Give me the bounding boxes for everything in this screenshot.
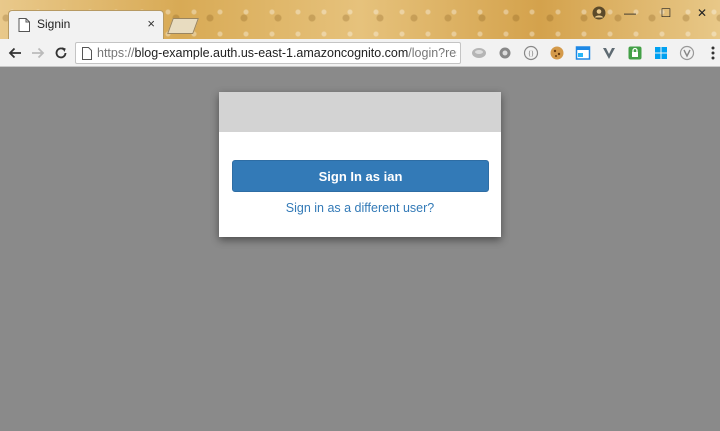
- extension-gray-oval-icon[interactable]: [466, 43, 492, 63]
- url-text[interactable]: https://blog-example.auth.us-east-1.amaz…: [97, 46, 457, 60]
- different-user-link[interactable]: Sign in as a different user?: [219, 201, 501, 215]
- extension-lock-icon[interactable]: [622, 43, 648, 63]
- forward-arrow-icon[interactable]: [28, 43, 48, 63]
- minimize-button[interactable]: —: [612, 0, 648, 26]
- close-window-button[interactable]: ✕: [684, 0, 720, 26]
- extension-code-icon[interactable]: (): [518, 43, 544, 63]
- page-content: Sign In as ian Sign in as a different us…: [0, 67, 720, 431]
- menu-dots-icon[interactable]: [700, 43, 720, 63]
- sign-in-as-user-button[interactable]: Sign In as ian: [232, 160, 489, 192]
- extension-windows-icon[interactable]: [648, 43, 674, 63]
- profile-icon[interactable]: [586, 0, 612, 26]
- back-arrow-icon[interactable]: [5, 43, 25, 63]
- browser-toolbar: https://blog-example.auth.us-east-1.amaz…: [0, 39, 720, 67]
- extension-window-icon[interactable]: [570, 43, 596, 63]
- page-info-icon[interactable]: [82, 47, 92, 60]
- maximize-button[interactable]: ☐: [648, 0, 684, 26]
- modal-header: [219, 92, 501, 132]
- signin-modal: Sign In as ian Sign in as a different us…: [219, 92, 501, 237]
- extension-v-circle-icon[interactable]: [674, 43, 700, 63]
- new-tab-button[interactable]: [167, 18, 199, 34]
- title-bar: Signin × — ☐ ✕: [0, 0, 720, 39]
- browser-window: Signin × — ☐ ✕ https://blog-example.auth…: [0, 0, 720, 431]
- extensions-area: (): [466, 43, 720, 63]
- reload-icon[interactable]: [51, 43, 71, 63]
- url-scheme: https://: [97, 46, 135, 60]
- window-controls: — ☐ ✕: [586, 0, 720, 26]
- browser-tab[interactable]: Signin ×: [8, 10, 164, 39]
- page-icon: [18, 18, 30, 32]
- tab-close-icon[interactable]: ×: [147, 15, 155, 33]
- svg-text:(): (): [528, 50, 534, 58]
- extension-cookie-icon[interactable]: [544, 43, 570, 63]
- tab-title: Signin: [37, 17, 71, 31]
- url-path: /login?respon...: [408, 46, 457, 60]
- address-bar[interactable]: https://blog-example.auth.us-east-1.amaz…: [75, 42, 461, 64]
- url-host: blog-example.auth.us-east-1.amazoncognit…: [134, 46, 409, 60]
- extension-gray-circle-icon[interactable]: [492, 43, 518, 63]
- extension-v-shield-icon[interactable]: [596, 43, 622, 63]
